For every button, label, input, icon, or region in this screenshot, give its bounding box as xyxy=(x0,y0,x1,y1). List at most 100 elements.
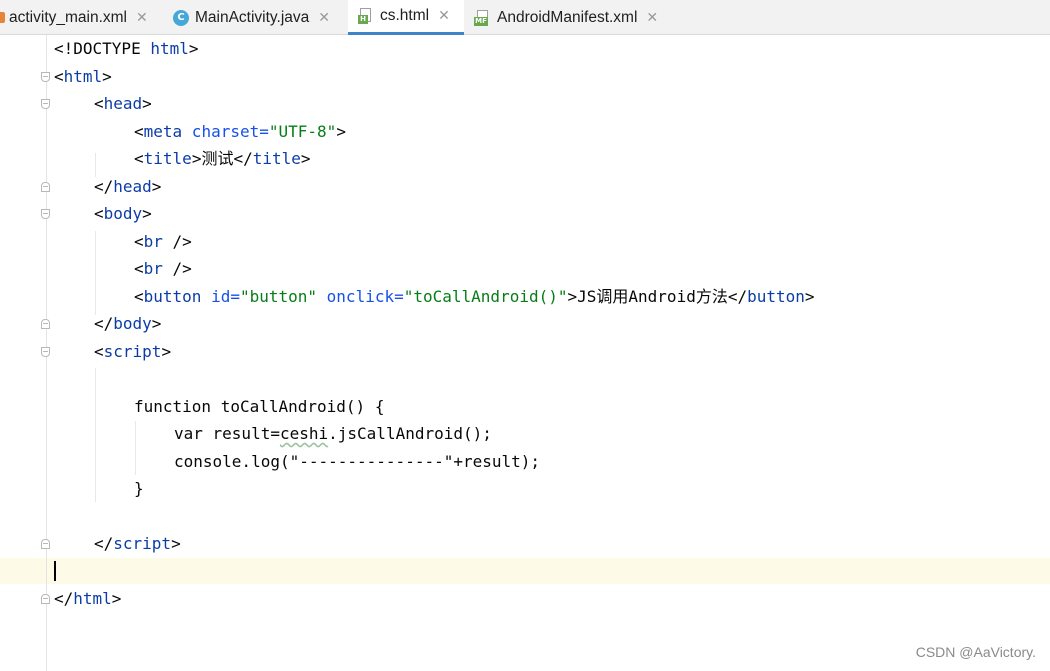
fold-marker[interactable] xyxy=(41,319,50,329)
tab-activity-main-xml[interactable]: activity_main.xml ✕ xyxy=(0,0,162,35)
tab-label: cs.html xyxy=(380,7,430,24)
code-token: > xyxy=(142,94,152,113)
code-line: </script> xyxy=(94,531,181,557)
code-token: > xyxy=(151,177,162,196)
code-token: br xyxy=(143,232,163,251)
code-token: onclick= xyxy=(317,287,404,306)
code-token: >测试</ xyxy=(191,149,253,168)
code-token: > xyxy=(804,287,815,306)
code-token: "UTF-8" xyxy=(268,122,337,141)
code-token: title xyxy=(143,149,192,168)
code-token: > xyxy=(151,314,162,333)
code-token: br xyxy=(143,259,163,278)
close-icon[interactable]: ✕ xyxy=(318,10,330,26)
code-line: console.log("---------------"+result); xyxy=(174,449,540,475)
code-token: </ xyxy=(54,589,74,608)
code-token: </ xyxy=(94,177,114,196)
code-token: < xyxy=(94,204,104,223)
code-token: < xyxy=(94,342,104,361)
html-file-icon: H xyxy=(358,8,374,24)
code-token: >JS调用Android方法</ xyxy=(567,287,748,306)
code-token: /> xyxy=(162,232,192,251)
code-token: id= xyxy=(201,287,240,306)
code-token: > xyxy=(142,204,152,223)
java-class-icon: C xyxy=(173,9,189,26)
tab-mainactivity-java[interactable]: C MainActivity.java ✕ xyxy=(173,0,347,35)
code-line: <br /> xyxy=(134,229,192,255)
editor-tab-bar: activity_main.xml ✕ C MainActivity.java … xyxy=(0,0,1050,35)
code-line: } xyxy=(134,476,144,502)
code-line: <title>测试</title> xyxy=(134,146,311,172)
code-token: < xyxy=(134,149,144,168)
code-token: > xyxy=(161,342,172,361)
code-token: title xyxy=(252,149,301,168)
fold-marker[interactable] xyxy=(41,347,50,357)
fold-marker[interactable] xyxy=(41,539,50,549)
code-token: </ xyxy=(94,314,114,333)
tab-cs-html[interactable]: H cs.html ✕ xyxy=(348,0,464,35)
code-token: > xyxy=(111,589,122,608)
code-token: "toCallAndroid()" xyxy=(403,287,568,306)
code-token: function toCallAndroid() { xyxy=(134,397,385,416)
code-token: charset= xyxy=(182,122,269,141)
code-token: script xyxy=(103,342,162,361)
tab-label: MainActivity.java xyxy=(195,8,310,26)
code-line: </body> xyxy=(94,311,161,337)
fold-marker[interactable] xyxy=(41,182,50,192)
code-token: < xyxy=(134,232,144,251)
code-token: script xyxy=(113,534,172,553)
code-token: /> xyxy=(162,259,192,278)
code-token: > xyxy=(188,39,199,58)
code-token: > xyxy=(336,122,346,141)
code-token: head xyxy=(103,94,143,113)
close-icon[interactable]: ✕ xyxy=(438,8,450,24)
close-icon[interactable]: ✕ xyxy=(646,10,658,26)
code-token: .jsCallAndroid(); xyxy=(328,424,492,443)
code-line: <meta charset="UTF-8"> xyxy=(134,119,346,145)
code-token: </ xyxy=(94,534,114,553)
code-line: <html> xyxy=(54,64,112,90)
close-icon[interactable]: ✕ xyxy=(136,10,148,26)
code-token: < xyxy=(134,122,144,141)
code-token: < xyxy=(94,94,104,113)
code-token: html xyxy=(73,589,112,608)
code-token: < xyxy=(134,287,144,306)
code-token: head xyxy=(113,177,152,196)
tab-androidmanifest-xml[interactable]: MF AndroidManifest.xml ✕ xyxy=(474,0,684,35)
code-token: <!DOCTYPE xyxy=(54,39,141,58)
fold-marker[interactable] xyxy=(41,594,50,604)
code-line: function toCallAndroid() { xyxy=(134,394,384,420)
tab-label: activity_main.xml xyxy=(9,8,127,26)
code-token: button xyxy=(143,287,202,306)
code-token: > xyxy=(300,149,311,168)
code-token: html xyxy=(140,39,189,58)
code-token: var result= xyxy=(174,424,280,443)
code-line: <script> xyxy=(94,339,171,365)
code-token: meta xyxy=(143,122,183,141)
code-token: body xyxy=(113,314,152,333)
code-token: button xyxy=(747,287,805,306)
code-line: </html> xyxy=(54,586,121,612)
tab-label: AndroidManifest.xml xyxy=(497,8,638,26)
code-line: <br /> xyxy=(134,256,192,282)
fold-marker[interactable] xyxy=(41,99,50,109)
indent-guide xyxy=(135,421,136,475)
code-line: </head> xyxy=(94,174,161,200)
code-token: body xyxy=(103,204,143,223)
code-editor[interactable]: <!DOCTYPE html> <html> <head> <meta char… xyxy=(0,35,1050,671)
code-token: > xyxy=(102,67,112,86)
fold-marker[interactable] xyxy=(41,209,50,219)
indent-guide xyxy=(95,231,96,315)
code-line: var result=ceshi.jsCallAndroid(); xyxy=(174,421,492,447)
code-line: <button id="button" onclick="toCallAndro… xyxy=(134,284,815,310)
fold-marker[interactable] xyxy=(41,72,50,82)
watermark: CSDN @AaVictory. xyxy=(915,644,1036,660)
code-token: console.log("---------------"+result); xyxy=(174,452,541,471)
code-token: < xyxy=(54,67,64,86)
code-line: <body> xyxy=(94,201,152,227)
current-line-highlight xyxy=(0,558,1050,584)
code-token: } xyxy=(134,479,144,498)
text-caret xyxy=(54,561,56,581)
xml-file-icon xyxy=(0,12,5,23)
code-token: < xyxy=(134,259,144,278)
